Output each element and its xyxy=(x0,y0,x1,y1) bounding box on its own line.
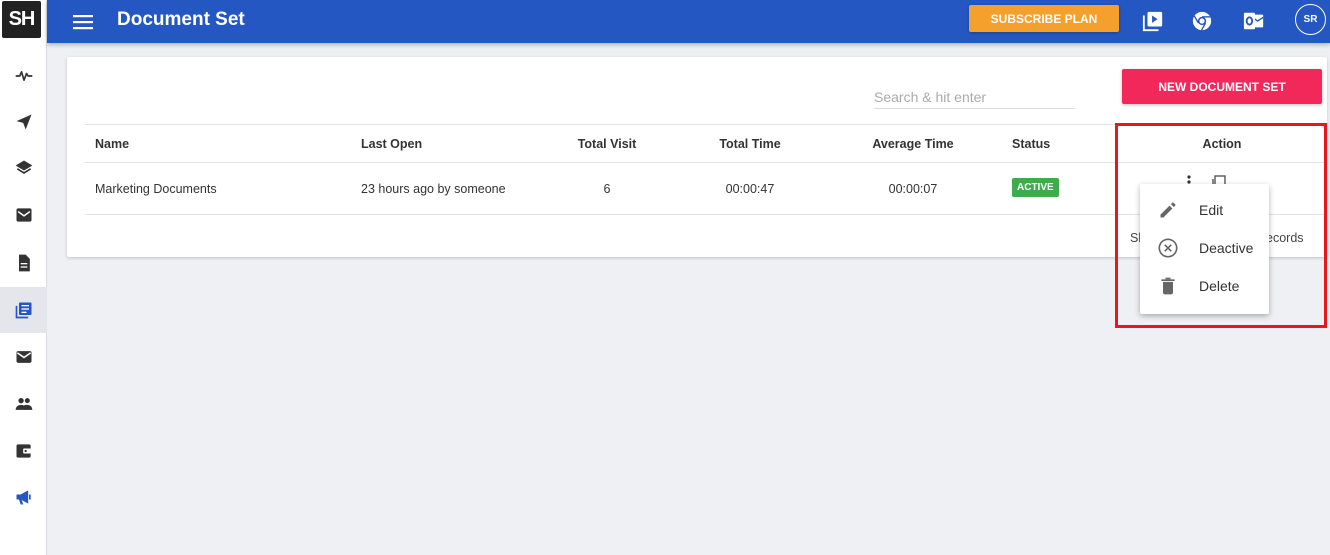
app-logo[interactable]: SH xyxy=(2,1,41,38)
outlook-icon[interactable] xyxy=(1241,8,1267,34)
page-title: Document Set xyxy=(117,9,245,30)
action-column-highlight xyxy=(1115,123,1327,328)
sidebar-item-mailbox[interactable] xyxy=(0,192,47,238)
sidebar-item-document-sets[interactable] xyxy=(0,287,47,333)
sidebar-item-activity[interactable] xyxy=(0,53,47,99)
cell-total-time: 00:00:47 xyxy=(725,182,775,196)
layers-icon xyxy=(15,160,32,174)
subscribe-plan-button[interactable]: SUBSCRIBE PLAN xyxy=(969,5,1119,32)
top-app-bar: Document Set SUBSCRIBE PLAN SR xyxy=(47,0,1330,43)
cell-last-open: 23 hours ago by someone xyxy=(361,182,506,196)
sidebar-item-wallet[interactable] xyxy=(0,428,47,474)
column-header-name[interactable]: Name xyxy=(95,137,129,151)
column-header-total-visit[interactable]: Total Visit xyxy=(557,137,657,151)
new-document-set-button[interactable]: NEW DOCUMENT SET xyxy=(1122,69,1322,104)
sidebar-item-layers[interactable] xyxy=(0,145,47,191)
cell-total-visit: 6 xyxy=(603,182,611,196)
people-icon xyxy=(15,398,32,410)
column-header-last-open[interactable]: Last Open xyxy=(361,137,422,151)
sidebar-item-contacts[interactable] xyxy=(0,381,47,427)
activity-icon xyxy=(15,71,32,81)
wallet-icon xyxy=(16,444,31,458)
sidebar-item-send[interactable] xyxy=(0,99,47,145)
search-input[interactable] xyxy=(874,85,1075,109)
column-header-status[interactable]: Status xyxy=(1012,137,1050,151)
sidebar-item-campaigns[interactable] xyxy=(0,474,47,520)
megaphone-icon xyxy=(16,490,31,505)
sidebar-item-documents[interactable] xyxy=(0,240,47,286)
send-icon xyxy=(16,114,31,130)
document-icon xyxy=(18,254,30,272)
cell-average-time: 00:00:07 xyxy=(888,182,938,196)
mail-box-icon xyxy=(16,208,31,222)
video-library-icon[interactable] xyxy=(1140,8,1166,34)
sidebar: SH xyxy=(0,0,47,555)
cell-name[interactable]: Marketing Documents xyxy=(95,182,217,196)
sidebar-item-email[interactable] xyxy=(0,334,47,380)
user-avatar[interactable]: SR xyxy=(1295,4,1326,35)
hamburger-menu-icon[interactable] xyxy=(71,10,95,34)
column-header-total-time[interactable]: Total Time xyxy=(700,137,800,151)
email-icon xyxy=(16,351,31,363)
column-header-average-time[interactable]: Average Time xyxy=(863,137,963,151)
document-set-icon xyxy=(15,302,31,319)
chrome-icon[interactable] xyxy=(1189,8,1215,34)
status-badge: ACTIVE xyxy=(1012,178,1059,197)
